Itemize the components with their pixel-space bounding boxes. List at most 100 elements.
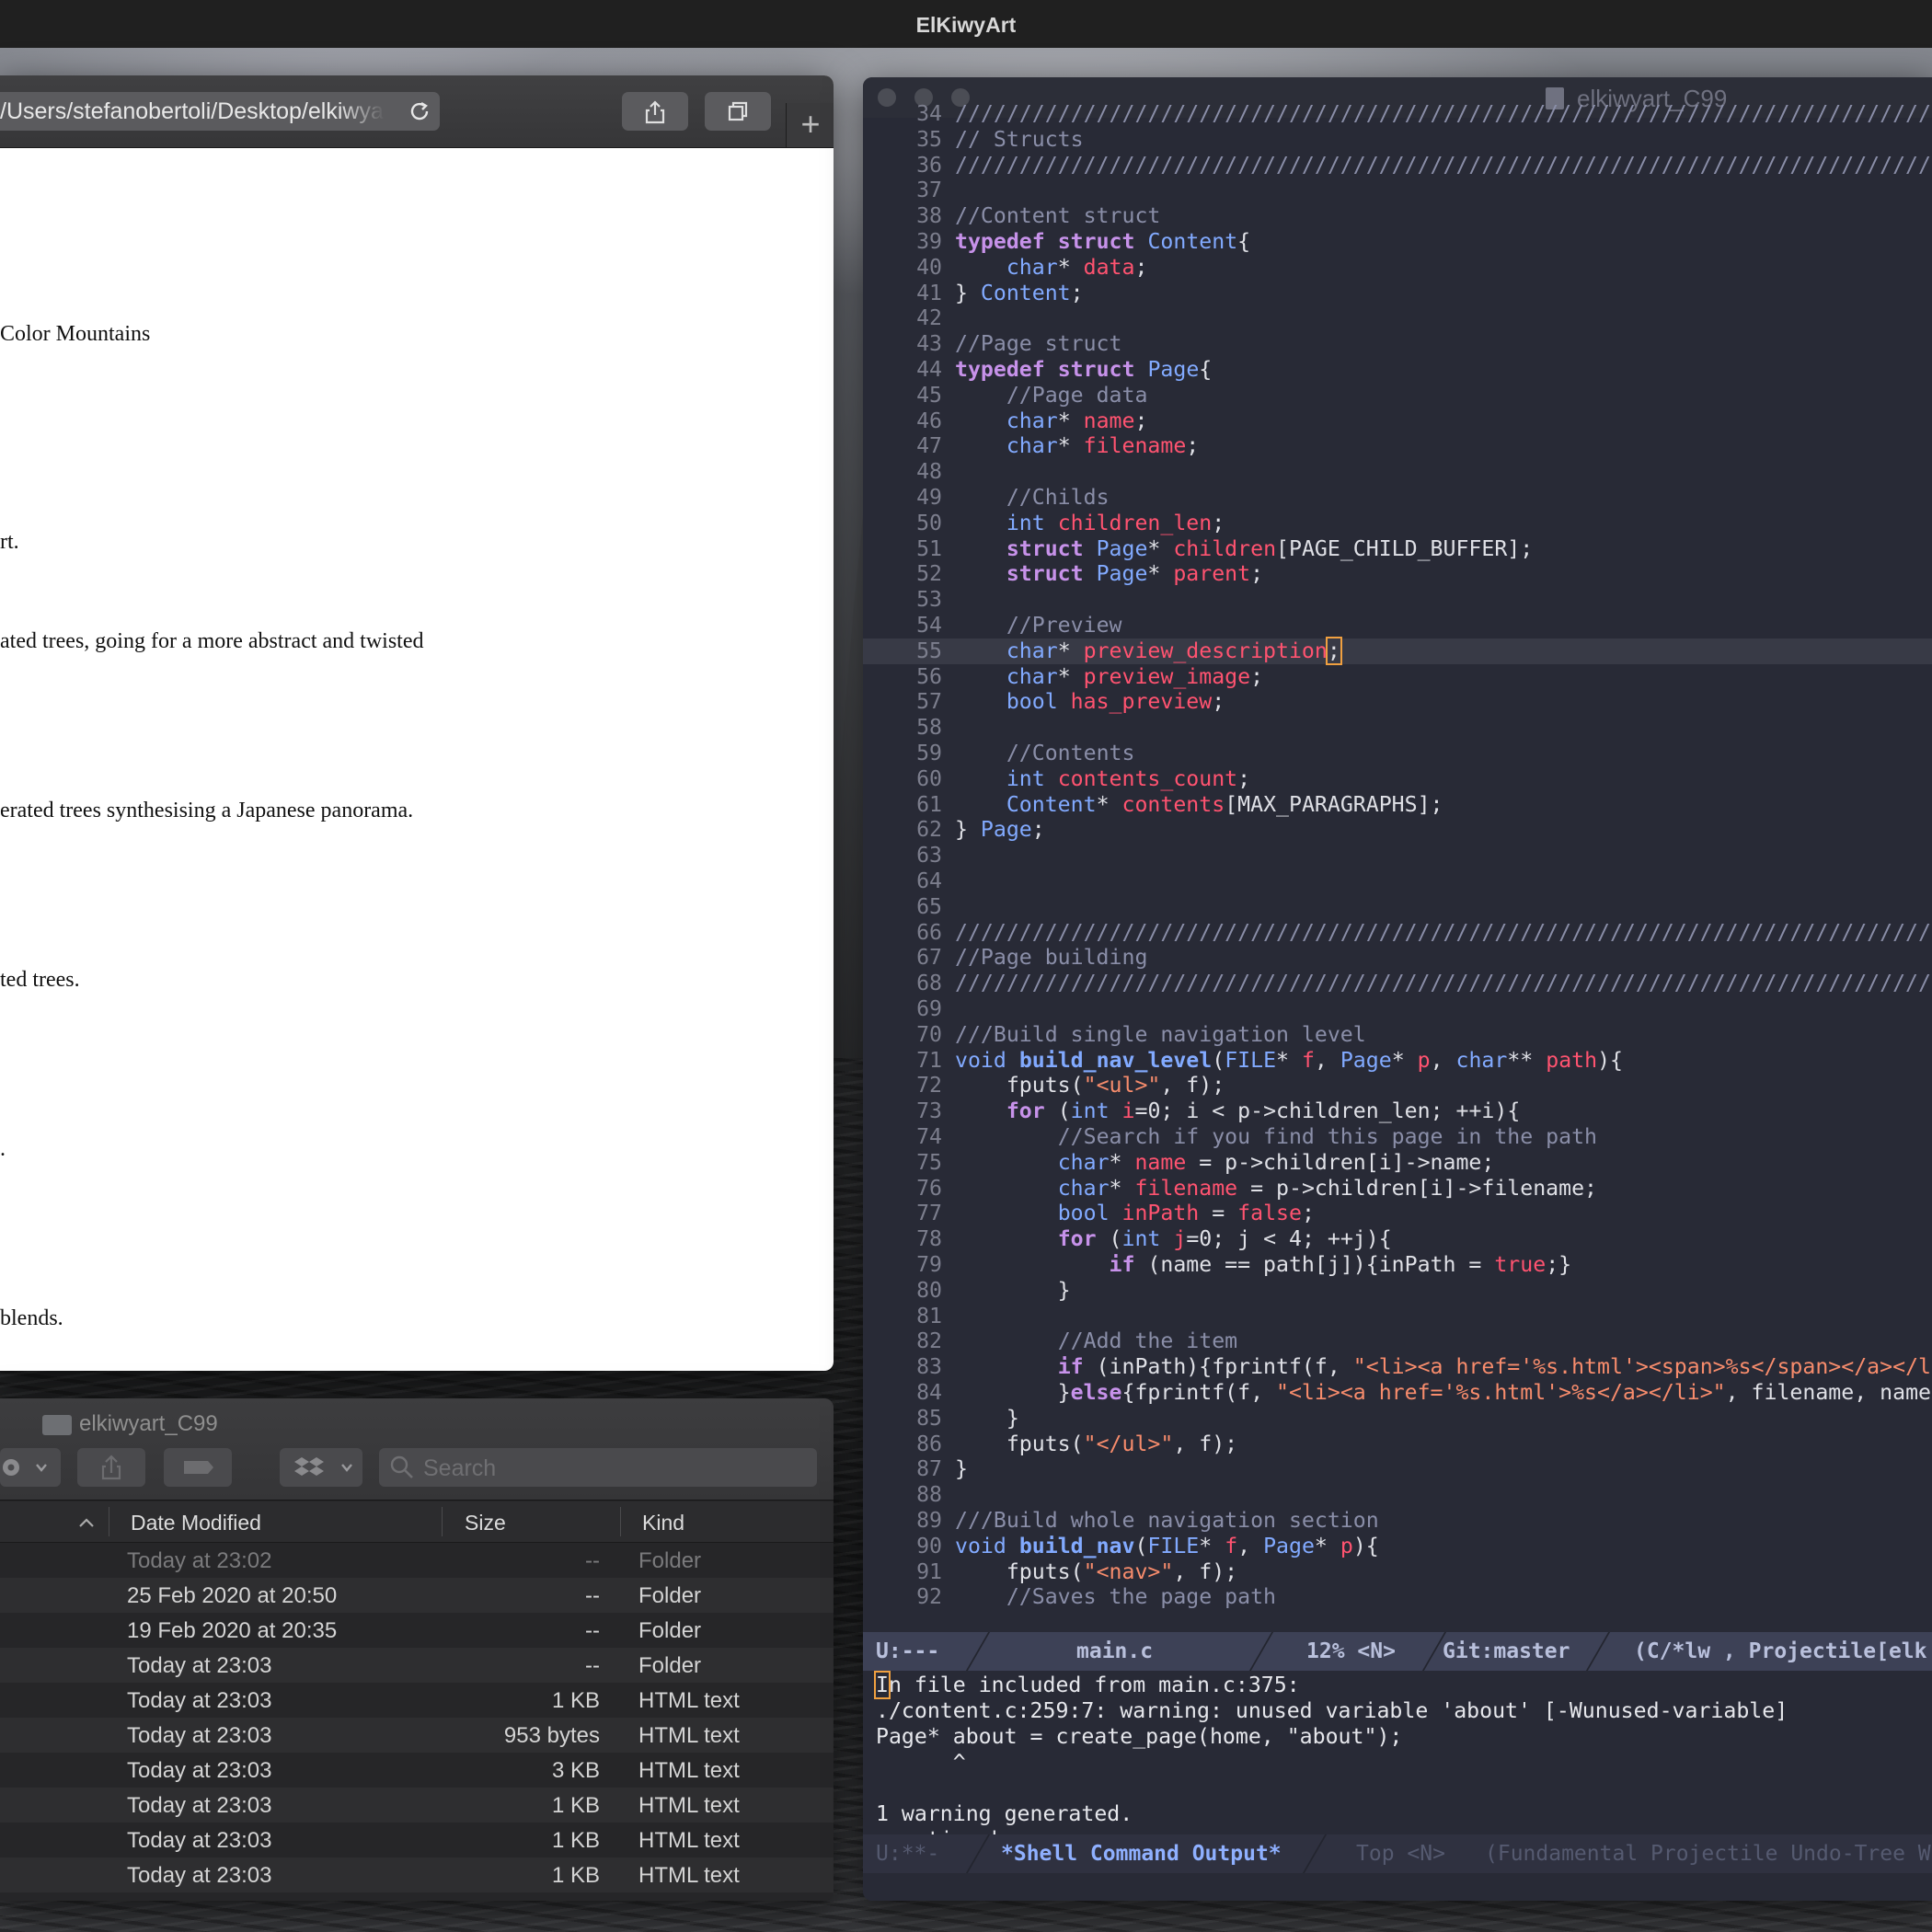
code-line[interactable]: 68 //////////////////////////////////////… [863, 971, 1932, 996]
code-line[interactable]: 39 typedef struct Content{ [863, 229, 1932, 255]
code-line[interactable]: 62} Page; [863, 817, 1932, 843]
code-line[interactable]: 77 bool inPath = false; [863, 1201, 1932, 1226]
code-line[interactable]: 67 //Page building [863, 945, 1932, 971]
code-line[interactable]: 82 //Add the item [863, 1328, 1932, 1354]
minibuffer[interactable] [863, 1873, 1932, 1901]
code-line[interactable]: 86 fputs("</ul>", f); [863, 1432, 1932, 1457]
code-line[interactable]: 41} Content; [863, 281, 1932, 306]
search-box[interactable] [379, 1448, 817, 1489]
code-line[interactable]: 64 [863, 868, 1932, 894]
code-line[interactable]: 37 [863, 178, 1932, 203]
line-number: 44 [916, 357, 942, 382]
file-row[interactable]: Today at 23:03 3 KB HTML text [0, 1753, 834, 1788]
code-line[interactable]: 53 [863, 587, 1932, 613]
code-line[interactable]: 42 [863, 305, 1932, 331]
code-line[interactable]: 57 bool has_preview; [863, 689, 1932, 715]
code-line[interactable]: 91 fputs("<nav>", f); [863, 1559, 1932, 1585]
tabs-overview-button[interactable] [705, 92, 771, 131]
code-line[interactable]: 65 [863, 894, 1932, 920]
code-line[interactable]: 72 fputs("<ul>", f); [863, 1073, 1932, 1098]
code-line[interactable]: 69 [863, 996, 1932, 1022]
action-menu-button[interactable] [0, 1448, 61, 1487]
file-row[interactable]: Today at 23:03 1 KB HTML text [0, 1857, 834, 1892]
code-line[interactable]: 61 Content* contents[MAX_PARAGRAPHS]; [863, 792, 1932, 818]
code-line[interactable]: 38 //Content struct [863, 203, 1932, 229]
code-line[interactable]: 56 char* preview_image; [863, 664, 1932, 690]
code-line[interactable]: 83 if (inPath){fprintf(f, "<li><a href='… [863, 1354, 1932, 1380]
tags-button[interactable] [164, 1448, 232, 1487]
code-text: //Add the item [1057, 1328, 1238, 1354]
code-line[interactable]: 40 char* data; [863, 255, 1932, 281]
file-row[interactable]: Today at 23:03 953 bytes HTML text [0, 1718, 834, 1753]
file-row[interactable]: Today at 23:02 -- Folder [0, 1543, 834, 1578]
code-line[interactable]: 45 //Page data [863, 383, 1932, 408]
code-line[interactable]: 44 typedef struct Page{ [863, 357, 1932, 383]
code-text: ////////////////////////////////////////… [955, 971, 1931, 996]
code-line[interactable]: 79 if (name == path[j]){inPath = true;} [863, 1252, 1932, 1278]
share-button[interactable] [622, 92, 688, 131]
code-line[interactable]: 63 [863, 843, 1932, 868]
code-line[interactable]: 81 [863, 1304, 1932, 1329]
code-line[interactable]: 48 [863, 459, 1932, 485]
file-row[interactable]: Today at 23:03 1 KB HTML text [0, 1823, 834, 1857]
code-line[interactable]: 87} [863, 1456, 1932, 1482]
code-line[interactable]: 75 char* name = p->children[i]->name; [863, 1150, 1932, 1176]
code-line[interactable]: 59 //Contents [863, 741, 1932, 766]
file-row[interactable]: Today at 23:03 1 KB HTML text [0, 1788, 834, 1823]
column-date-modified[interactable]: Date Modified [131, 1511, 261, 1535]
dropbox-button[interactable] [280, 1448, 362, 1487]
share-button[interactable] [77, 1448, 145, 1487]
code-line[interactable]: 51 struct Page* children[PAGE_CHILD_BUFF… [863, 536, 1932, 562]
modeline-buffer-name[interactable]: *Shell Command Output* [1001, 1834, 1282, 1873]
code-line[interactable]: 73 for (int i=0; i < p->children_len; ++… [863, 1098, 1932, 1124]
code-line[interactable]: 50 int children_len; [863, 511, 1932, 536]
file-size: 953 bytes [503, 1723, 600, 1748]
code-text: //Saves the page path [1006, 1584, 1277, 1610]
modeline-vc[interactable]: Git:master [1443, 1632, 1570, 1671]
line-number: 55 [916, 638, 942, 663]
file-size: 1 KB [551, 1828, 600, 1853]
reload-icon[interactable] [408, 100, 431, 122]
code-line[interactable]: 36 //////////////////////////////////////… [863, 153, 1932, 178]
modeline-modes[interactable]: (C/*lw , Projectile[elk [1634, 1632, 1927, 1671]
file-kind: Folder [638, 1653, 702, 1678]
modeline-buffer-name[interactable]: main.c [1076, 1632, 1153, 1671]
code-line[interactable]: 70 ///Build single navigation level [863, 1022, 1932, 1048]
file-row[interactable]: 19 Feb 2020 at 20:35 -- Folder [0, 1613, 834, 1648]
code-line[interactable]: 84 }else{fprintf(f, "<li><a href='%s.htm… [863, 1380, 1932, 1406]
code-line[interactable]: 47 char* filename; [863, 433, 1932, 459]
new-tab-button[interactable]: + [786, 103, 834, 147]
column-size[interactable]: Size [465, 1511, 506, 1535]
code-line[interactable]: 74 //Search if you find this page in the… [863, 1124, 1932, 1150]
search-input[interactable] [421, 1448, 811, 1489]
line-number: 82 [916, 1328, 942, 1354]
code-line[interactable]: 88 [863, 1482, 1932, 1508]
code-line[interactable]: 55 char* preview_description; [863, 636, 1932, 665]
emacs-window: elkiwyart_C99 34////////////////////////… [863, 77, 1932, 1901]
file-row[interactable]: Today at 23:03 1 KB HTML text [0, 1683, 834, 1718]
code-line[interactable]: 43 //Page struct [863, 331, 1932, 357]
code-line[interactable]: 49 //Childs [863, 485, 1932, 511]
code-line[interactable]: 54 //Preview [863, 613, 1932, 638]
sort-ascending-icon[interactable] [77, 1516, 96, 1529]
code-line[interactable]: 92 //Saves the page path [863, 1584, 1932, 1610]
code-line[interactable]: 66 //////////////////////////////////////… [863, 920, 1932, 946]
url-field[interactable]: /Users/stefanobertoli/Desktop/elkiwyart_… [0, 92, 440, 131]
code-line[interactable]: 76 char* filename = p->children[i]->file… [863, 1176, 1932, 1202]
code-line[interactable]: 85 } [863, 1406, 1932, 1432]
code-line[interactable]: 60 int contents_count; [863, 766, 1932, 792]
code-line[interactable]: 71 void build_nav_level(FILE* f, Page* p,… [863, 1048, 1932, 1074]
column-kind[interactable]: Kind [642, 1511, 684, 1535]
code-line[interactable]: 90 void build_nav(FILE* f, Page* p){ [863, 1534, 1932, 1559]
code-line[interactable]: 46 char* name; [863, 408, 1932, 434]
code-line[interactable]: 80 } [863, 1278, 1932, 1304]
code-line[interactable]: 52 struct Page* parent; [863, 561, 1932, 587]
modeline-state: U:--- [876, 1639, 940, 1663]
code-line[interactable]: 34 //////////////////////////////////////… [863, 101, 1932, 127]
file-row[interactable]: 25 Feb 2020 at 20:50 -- Folder [0, 1578, 834, 1613]
code-line[interactable]: 78 for (int j=0; j < 4; ++j){ [863, 1226, 1932, 1252]
code-line[interactable]: 58 [863, 715, 1932, 741]
code-line[interactable]: 35 // Structs [863, 127, 1932, 153]
file-row[interactable]: Today at 23:03 -- Folder [0, 1648, 834, 1683]
code-line[interactable]: 89 ///Build whole navigation section [863, 1508, 1932, 1534]
